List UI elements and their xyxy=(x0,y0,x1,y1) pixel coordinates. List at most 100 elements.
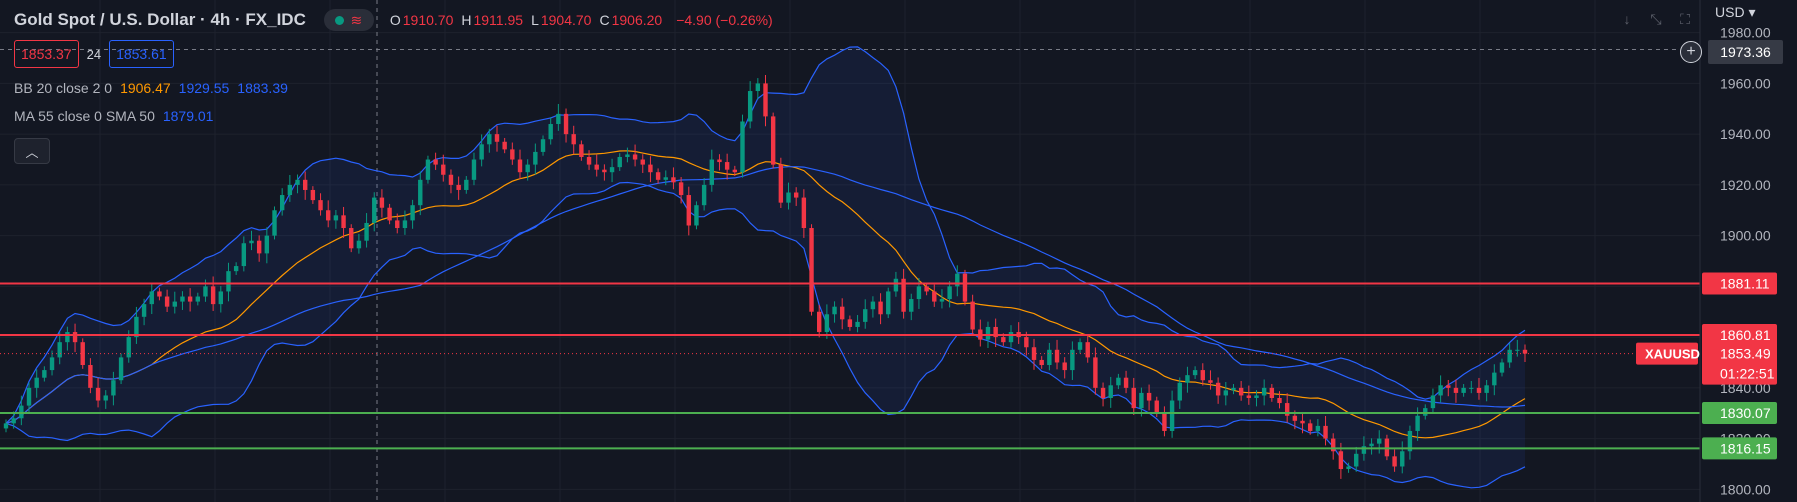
bb-upper-value: 1929.55 xyxy=(178,80,230,96)
candle-body xyxy=(1338,451,1344,470)
candle-body xyxy=(1377,438,1382,444)
candle-body xyxy=(1300,420,1305,424)
candle-body xyxy=(824,314,830,333)
candle-body xyxy=(602,169,607,173)
market-status[interactable]: ≋ xyxy=(323,9,374,31)
candle-body xyxy=(1008,332,1014,343)
candle-body xyxy=(65,332,70,343)
candle-body xyxy=(1261,387,1267,396)
sell-button[interactable]: 1853.37 xyxy=(14,40,79,68)
candle-body xyxy=(126,337,131,358)
level-label[interactable]: 1816.15 xyxy=(1720,440,1771,456)
plus-icon[interactable]: + xyxy=(1680,41,1702,63)
high-value: 1911.95 xyxy=(473,12,524,28)
y-tick-label: 1960.00 xyxy=(1720,75,1771,91)
candle-body xyxy=(1116,377,1121,386)
candle-body xyxy=(218,291,224,305)
candle-body xyxy=(1492,372,1497,386)
candle-body xyxy=(533,151,538,165)
candle-body xyxy=(916,286,922,300)
fullscreen-icon[interactable]: ⛶ xyxy=(1674,8,1696,30)
candle-body xyxy=(847,319,853,327)
candle-body xyxy=(924,286,929,292)
trade-panel: 1853.37 24 1853.61 xyxy=(14,40,174,68)
candle-body xyxy=(1215,382,1221,396)
y-tick-label: 1920.00 xyxy=(1720,177,1771,193)
candle-body xyxy=(1323,425,1328,439)
level-label[interactable]: 1881.11 xyxy=(1720,276,1770,292)
candle-body xyxy=(932,291,937,302)
level-label[interactable]: 1830.07 xyxy=(1720,405,1771,421)
candle-body xyxy=(947,286,952,300)
symbol-title[interactable]: Gold Spot / U.S. Dollar · 4h · FX_IDC xyxy=(14,10,306,30)
bb-legend[interactable]: BB 20 close 2 0 1906.47 1929.55 1883.39 xyxy=(14,80,288,96)
candle-body xyxy=(1307,423,1313,431)
candle-body xyxy=(464,179,469,190)
candle-body xyxy=(1415,415,1420,431)
candle-body xyxy=(540,139,546,152)
candle-body xyxy=(878,301,883,315)
candle-body xyxy=(809,228,814,312)
down-arrow-icon[interactable]: ↓ xyxy=(1616,8,1638,30)
buy-button[interactable]: 1853.61 xyxy=(109,40,174,68)
spread-value: 24 xyxy=(86,46,102,62)
candle-body xyxy=(1315,425,1321,431)
candle-body xyxy=(1208,380,1213,383)
candle-body xyxy=(563,113,569,135)
candle-body xyxy=(49,357,55,371)
candle-body xyxy=(180,296,185,302)
change-value: −4.90 (−0.26%) xyxy=(676,12,773,28)
close-value: 1906.20 xyxy=(611,12,663,28)
candle-body xyxy=(226,271,231,292)
candle-body xyxy=(1438,385,1443,396)
candle-body xyxy=(586,156,592,165)
candle-body xyxy=(1400,451,1405,467)
candle-body xyxy=(1062,362,1067,371)
market-open-dot-icon xyxy=(335,15,345,25)
candle-body xyxy=(1461,387,1466,393)
candle-body xyxy=(778,164,784,203)
candle-body xyxy=(141,304,147,317)
y-tick-label: 1900.00 xyxy=(1720,228,1771,244)
candle-body xyxy=(111,380,116,396)
level-label[interactable]: 1860.81 xyxy=(1720,327,1771,343)
symbol-tag: XAUUSD xyxy=(1645,347,1700,362)
candle-body xyxy=(333,215,339,221)
candle-body xyxy=(1453,387,1459,393)
price-chart[interactable]: 1980.001960.001940.001920.001900.001880.… xyxy=(0,0,1797,502)
candle-body xyxy=(88,365,93,388)
currency-selector[interactable]: USD ▾ xyxy=(1715,4,1755,21)
candle-body xyxy=(19,405,24,419)
candle-body xyxy=(740,121,745,173)
candle-body xyxy=(1100,387,1106,398)
collapse-icon: ︿ xyxy=(25,144,39,160)
candle-body xyxy=(157,291,162,297)
expand-icon[interactable]: ⤡ xyxy=(1645,8,1667,30)
candle-body xyxy=(1507,349,1512,363)
candle-body xyxy=(1231,387,1236,391)
candle-body xyxy=(272,210,277,236)
ma-legend[interactable]: MA 55 close 0 SMA 50 1879.01 xyxy=(14,108,213,124)
candle-body xyxy=(855,321,860,327)
candle-body xyxy=(817,311,822,333)
collapse-legend-button[interactable]: ︿ xyxy=(14,138,50,164)
candle-body xyxy=(1223,390,1229,396)
candle-body xyxy=(1077,342,1083,350)
candle-body xyxy=(210,286,216,305)
candle-body xyxy=(1177,382,1182,401)
candle-body xyxy=(203,286,208,297)
candle-body xyxy=(1469,387,1474,389)
candle-body xyxy=(556,113,561,125)
candle-body xyxy=(625,154,630,157)
candle-body xyxy=(1515,349,1520,351)
candle-body xyxy=(1484,385,1489,393)
candle-body xyxy=(187,296,193,302)
candle-body xyxy=(1039,359,1044,366)
candle-body xyxy=(326,210,331,221)
candle-body xyxy=(1423,408,1428,416)
candle-body xyxy=(1354,453,1359,467)
candle-body xyxy=(502,141,507,150)
bb-lower-value: 1883.39 xyxy=(237,80,288,96)
candle-body xyxy=(395,220,400,229)
price-axis[interactable]: 1980.001960.001940.001920.001900.001880.… xyxy=(1636,0,1797,502)
